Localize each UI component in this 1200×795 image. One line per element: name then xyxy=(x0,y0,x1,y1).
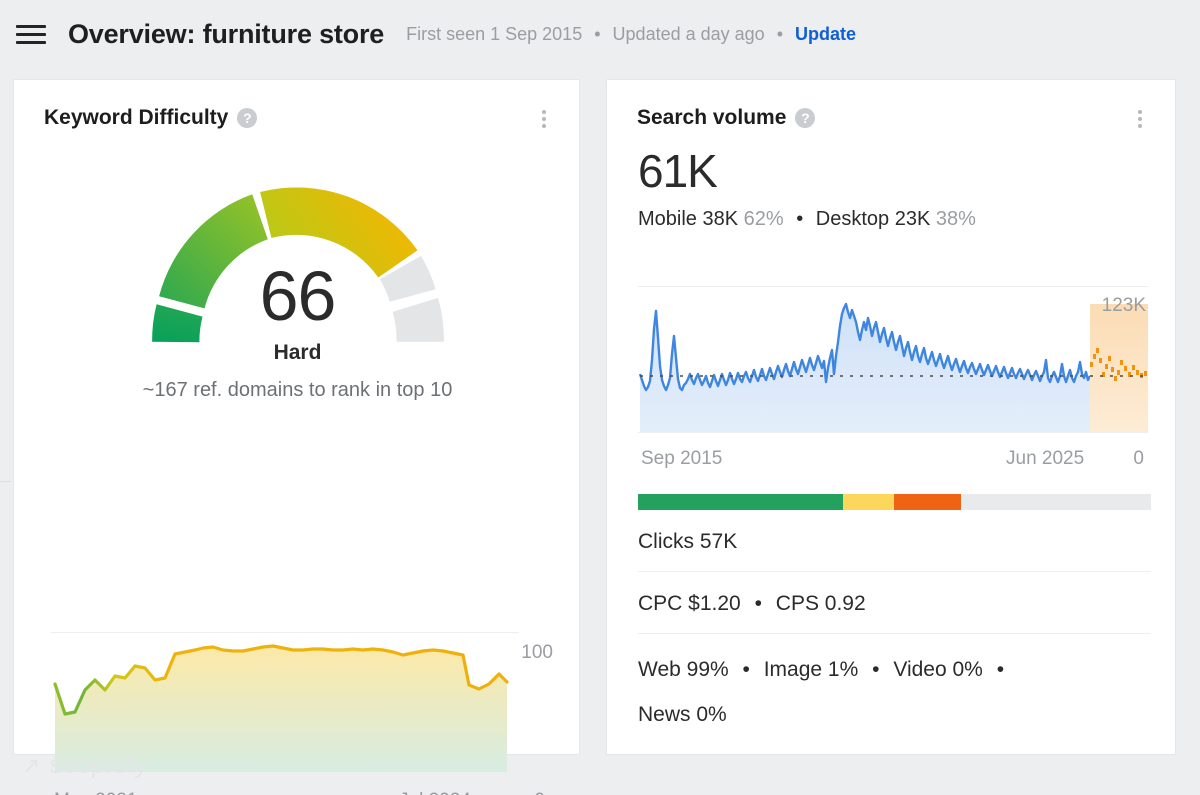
keyword-difficulty-gauge: 66 Hard ~167 ref. domains to rank in top… xyxy=(14,136,581,436)
clicks-row: Clicks 57K xyxy=(638,530,738,553)
meta-separator: • xyxy=(594,23,601,44)
mobile-percent: 62% xyxy=(743,208,784,230)
hamburger-bar xyxy=(16,40,46,44)
search-volume-trend-chart: 123K 0 Sep 2015 Jun 2025 xyxy=(638,286,1148,469)
sv-x-end-label: Jun 2025 xyxy=(1006,448,1085,469)
kebab-dot xyxy=(542,117,546,121)
hamburger-bar xyxy=(16,24,46,28)
search-volume-device-split: Mobile 38K 62% • Desktop 23K 38% xyxy=(607,198,1175,231)
divider xyxy=(638,633,1151,634)
sv-chart-svg xyxy=(638,302,1148,432)
hamburger-icon[interactable] xyxy=(16,21,46,47)
kd-y-max-label: 100 xyxy=(521,642,553,663)
search-volume-header: Search volume ? xyxy=(607,80,1175,130)
kd-x-start-label: May 2021 xyxy=(54,790,137,795)
split-separator: • xyxy=(796,208,804,230)
keyword-difficulty-title: Keyword Difficulty xyxy=(44,106,229,129)
sv-forecast-band xyxy=(1090,304,1148,432)
search-volume-card: Search volume ? 61K Mobile 38K 62% • Des… xyxy=(606,79,1176,755)
keyword-difficulty-subtext: ~167 ref. domains to rank in top 10 xyxy=(142,379,453,401)
divider xyxy=(638,571,1151,572)
web-share: Web 99% xyxy=(638,658,729,681)
hamburger-bar xyxy=(16,32,46,36)
kebab-dot xyxy=(1138,110,1142,114)
watermark: ↗ seoprofy xyxy=(22,751,147,780)
kebab-dot xyxy=(1138,124,1142,128)
news-share: News 0% xyxy=(638,703,727,726)
image-share: Image 1% xyxy=(763,658,859,681)
desktop-percent: 38% xyxy=(935,208,976,230)
sv-y-max-label: 123K xyxy=(1101,295,1146,316)
serp-types-row-1: Web 99% • Image 1% • Video 0% • xyxy=(638,658,1151,682)
kebab-dot xyxy=(1138,117,1142,121)
kebab-menu-icon[interactable] xyxy=(1131,108,1149,130)
search-volume-total: 61K xyxy=(638,145,718,197)
cpc-cps-row: CPC $1.20 • CPS 0.92 xyxy=(638,592,1151,616)
sv-x-start-label: Sep 2015 xyxy=(641,448,723,469)
serp-share-bar xyxy=(638,494,1151,510)
sv-y-min-label: 0 xyxy=(1133,448,1144,469)
page-title: Overview: furniture store xyxy=(68,18,385,49)
keyword-difficulty-card: Keyword Difficulty ? 66 Hard ~167 ref. d… xyxy=(13,79,581,795)
keyword-difficulty-header: Keyword Difficulty ? xyxy=(14,80,579,130)
kebab-dot xyxy=(542,124,546,128)
arrow-icon: ↗ xyxy=(22,752,41,778)
serp-share-segment-orange xyxy=(894,494,962,510)
meta-separator: • xyxy=(776,23,783,44)
mobile-label: Mobile 38K xyxy=(638,208,739,230)
cps-value: CPS 0.92 xyxy=(775,592,866,615)
kebab-dot xyxy=(542,110,546,114)
cpc-value: CPC $1.20 xyxy=(638,592,741,615)
keyword-difficulty-score: 66 xyxy=(259,257,337,335)
video-share: Video 0% xyxy=(893,658,983,681)
keyword-difficulty-label: Hard xyxy=(273,341,322,364)
kd-y-min-label: 0 xyxy=(534,790,545,795)
left-edge-divider xyxy=(0,481,11,482)
desktop-label: Desktop 23K xyxy=(815,208,931,230)
serp-types-row-2: News 0% xyxy=(638,703,1151,727)
page-root: Overview: furniture store First seen 1 S… xyxy=(0,0,1200,795)
kd-x-end-label: Jul 2024 xyxy=(399,790,471,795)
header-meta: First seen 1 Sep 2015 • Updated a day ag… xyxy=(406,24,856,45)
row-separator: • xyxy=(742,658,750,681)
row-separator: • xyxy=(872,658,880,681)
help-icon[interactable]: ? xyxy=(795,108,816,128)
first-seen-text: First seen 1 Sep 2015 xyxy=(406,23,583,44)
update-link[interactable]: Update xyxy=(795,24,856,44)
search-volume-title: Search volume xyxy=(637,106,787,129)
serp-share-segment-green xyxy=(638,494,844,510)
updated-text: Updated a day ago xyxy=(612,23,765,44)
serp-share-segment-grey xyxy=(961,494,1151,510)
row-separator: • xyxy=(996,658,1005,681)
watermark-text: seoprofy xyxy=(49,751,148,779)
row-separator: • xyxy=(754,592,762,615)
top-bar: Overview: furniture store First seen 1 S… xyxy=(0,0,1200,68)
help-icon[interactable]: ? xyxy=(237,108,258,128)
kebab-menu-icon[interactable] xyxy=(535,108,553,130)
serp-share-segment-yellow xyxy=(843,494,895,510)
